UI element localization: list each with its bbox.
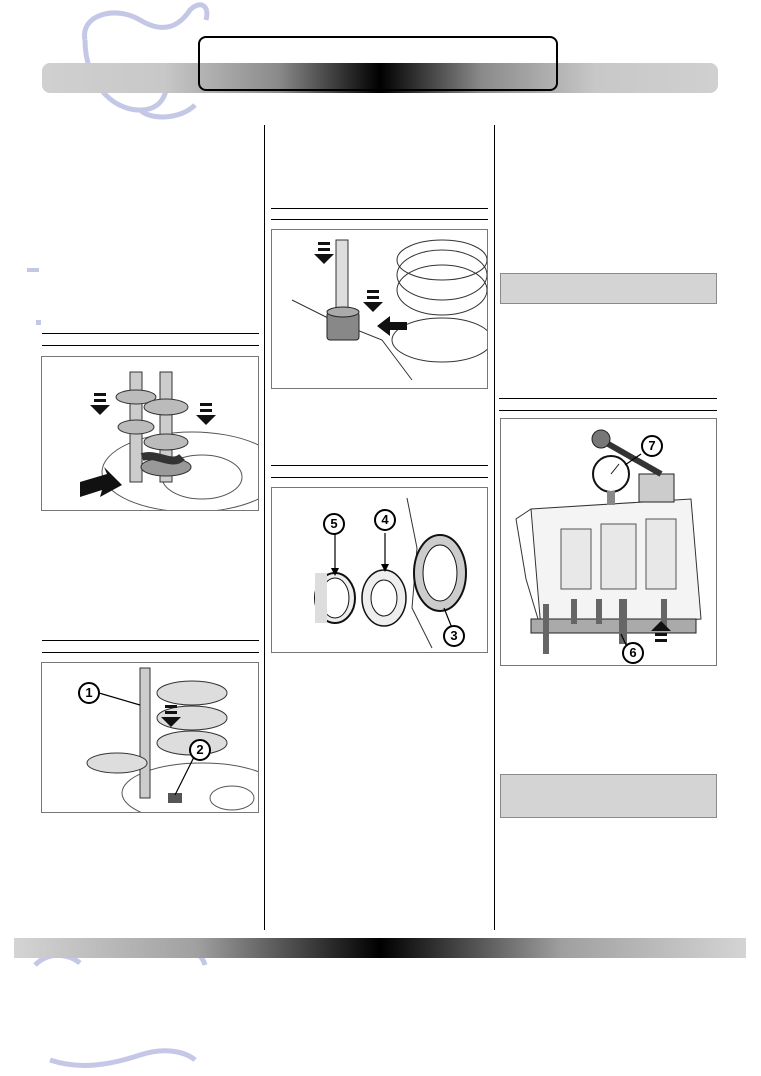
callout-3: 3 [443, 625, 465, 647]
section-rule [271, 477, 488, 478]
section-rule [42, 640, 259, 641]
figure-dial-indicator: 7 6 [500, 418, 717, 666]
column-divider-left [264, 125, 265, 930]
section-rule [271, 465, 488, 466]
section-rule [271, 219, 488, 220]
footer-bar [14, 938, 746, 958]
down-arrow-icon [363, 290, 383, 312]
note-box [500, 273, 717, 304]
callout-7: 7 [641, 435, 663, 457]
section-rule [42, 345, 259, 346]
section-rule [42, 652, 259, 653]
down-arrow-icon [314, 242, 334, 264]
section-rule [42, 333, 259, 334]
header-title-box [198, 36, 558, 91]
gear-shafts-illustration [80, 371, 258, 510]
margin-dot [36, 320, 41, 325]
note-box [500, 774, 717, 818]
callout-1: 1 [78, 682, 100, 704]
insert-arrow-icon [80, 467, 122, 497]
margin-mark [27, 268, 39, 272]
figure-gear-shafts [41, 356, 259, 511]
figure-shaft-press [271, 229, 488, 389]
lock-knob [591, 429, 611, 449]
down-arrow-icon [196, 403, 216, 425]
down-arrow-icon [90, 393, 110, 415]
left-arrow-icon [377, 316, 407, 336]
callout-4: 4 [374, 509, 396, 531]
column-divider-right [494, 125, 495, 930]
section-rule [499, 398, 717, 399]
callout-2: 2 [189, 739, 211, 761]
section-rule [271, 208, 488, 209]
figure-shaft-callouts: 1 2 [41, 662, 259, 813]
figure-bearing-parts: 5 4 3 [271, 487, 488, 653]
callout-6: 6 [622, 642, 644, 664]
callout-5: 5 [323, 513, 345, 535]
section-rule [499, 410, 717, 411]
